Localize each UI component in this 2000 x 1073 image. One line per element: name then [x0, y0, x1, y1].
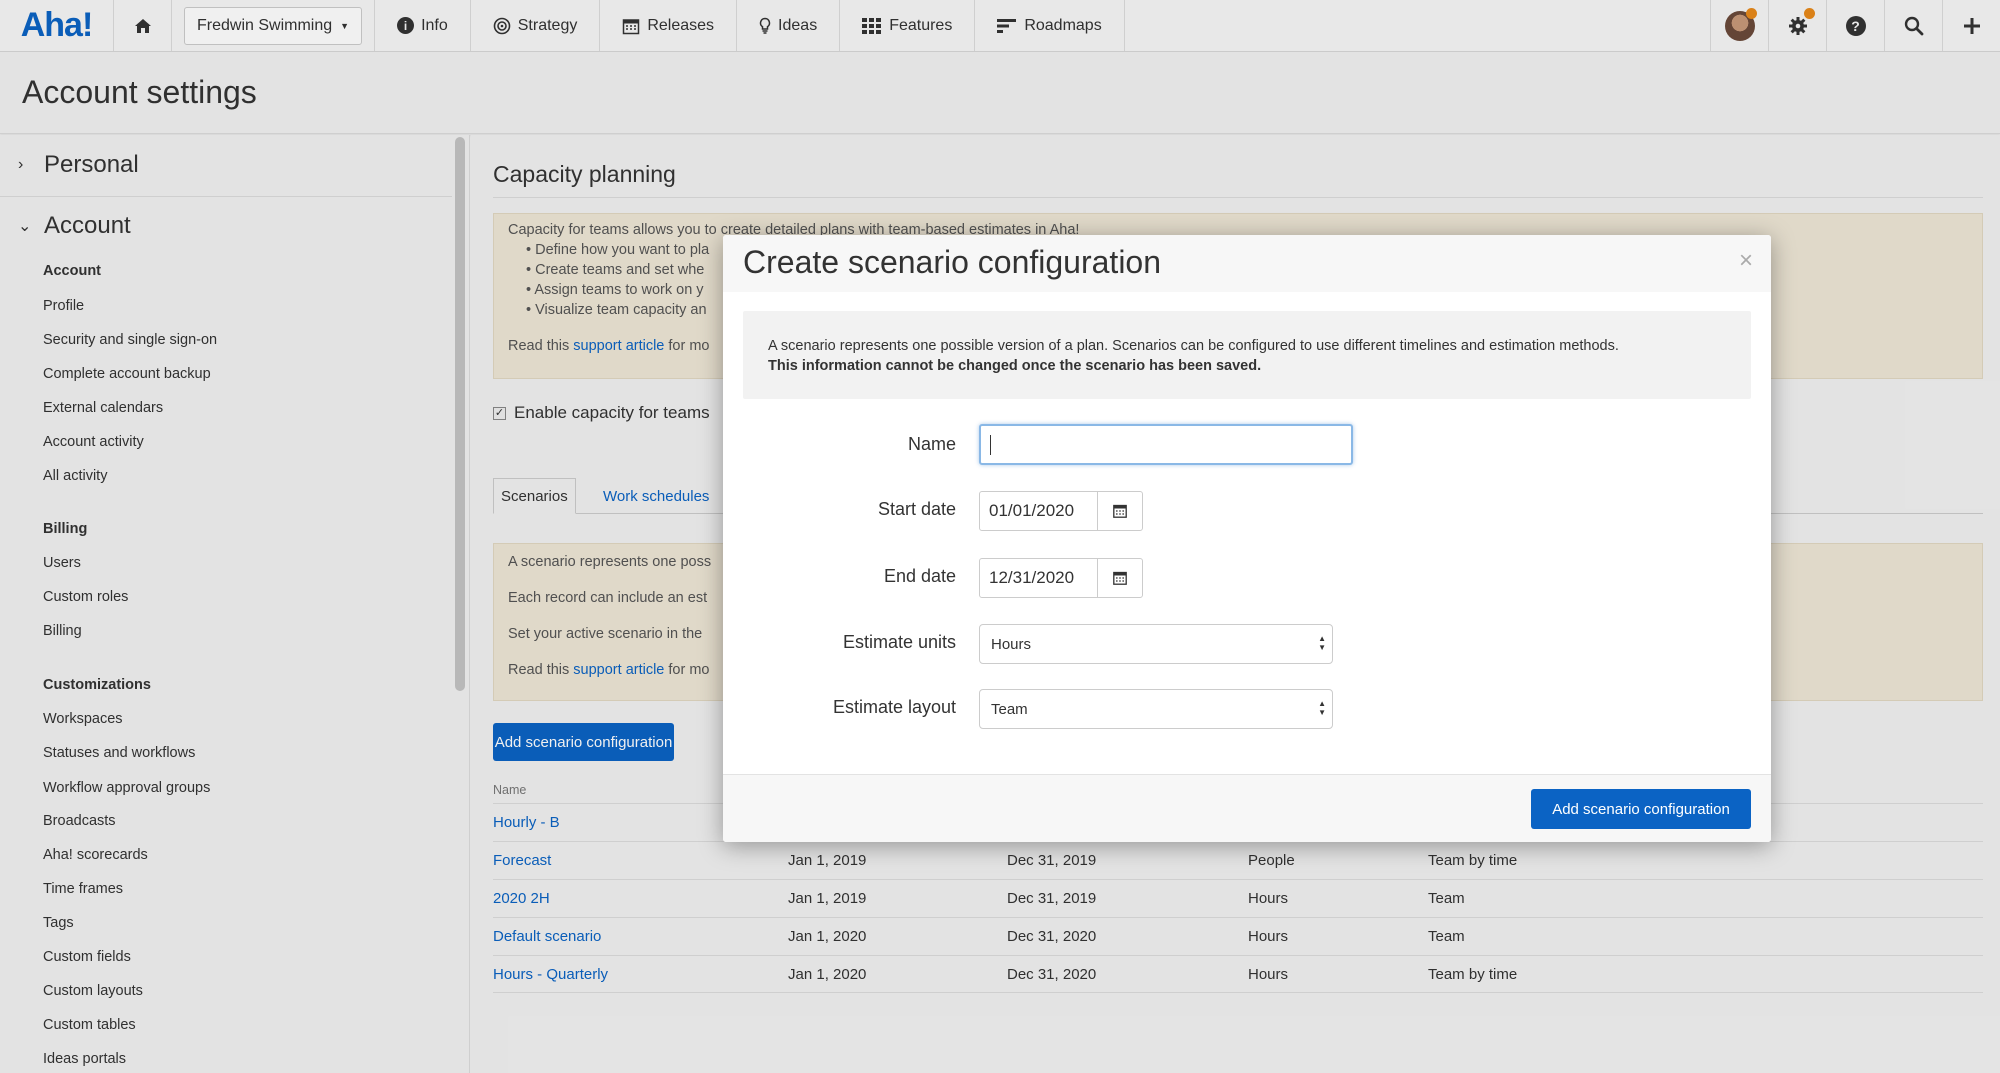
modal-notice: A scenario represents one possible versi…: [743, 311, 1751, 399]
estimate-layout-value: Team: [991, 700, 1028, 718]
end-date-input[interactable]: 12/31/2020: [980, 559, 1098, 597]
close-icon[interactable]: ×: [1739, 247, 1753, 275]
notice-warning: This information cannot be changed once …: [768, 358, 1262, 374]
calendar-icon: [1113, 504, 1127, 518]
end-date-picker-button[interactable]: [1098, 559, 1142, 597]
calendar-icon: [1113, 571, 1127, 585]
name-input[interactable]: [979, 424, 1353, 465]
end-date-label: End date: [883, 566, 956, 586]
estimate-units-value: Hours: [991, 635, 1032, 653]
estimate-units-select[interactable]: Hours ▲ ▼: [979, 624, 1333, 664]
estimate-units-label: Estimate units: [842, 632, 956, 652]
select-arrows-icon: ▲ ▼: [1318, 634, 1326, 652]
select-arrows-icon: ▲ ▼: [1318, 699, 1326, 717]
modal-header: Create scenario configuration ×: [723, 235, 1771, 292]
notice-text: A scenario represents one possible versi…: [768, 338, 1619, 354]
estimate-layout-label: Estimate layout: [832, 697, 956, 717]
text-cursor: [990, 435, 991, 455]
estimate-layout-select[interactable]: Team ▲ ▼: [979, 689, 1333, 729]
start-date-label: Start date: [877, 499, 956, 519]
create-scenario-modal: Create scenario configuration × A scenar…: [723, 235, 1771, 842]
start-date-input[interactable]: 01/01/2020: [980, 492, 1098, 530]
modal-footer: Add scenario configuration: [723, 774, 1771, 842]
modal-title: Create scenario configuration: [743, 244, 1162, 280]
end-date-field: 12/31/2020: [979, 558, 1143, 598]
add-scenario-configuration-button[interactable]: Add scenario configuration: [1531, 789, 1751, 829]
start-date-picker-button[interactable]: [1098, 492, 1142, 530]
name-label: Name: [907, 434, 956, 454]
start-date-field: 01/01/2020: [979, 491, 1143, 531]
